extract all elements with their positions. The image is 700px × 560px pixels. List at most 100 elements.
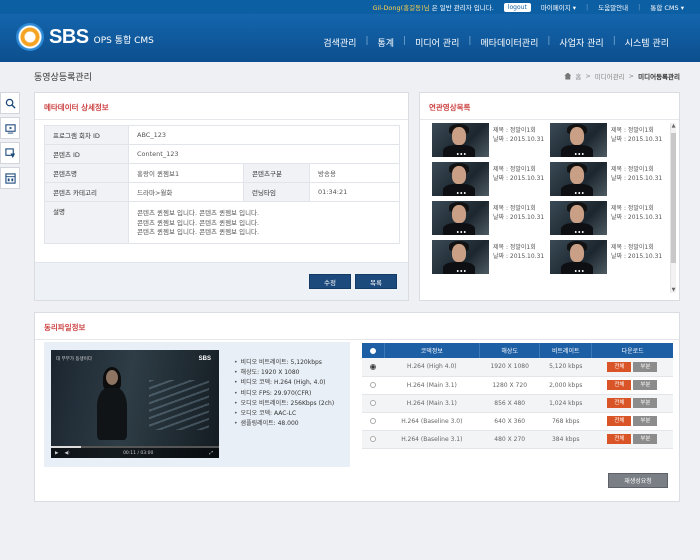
- spec-item: 오디오 코덱: AAC-LC: [234, 409, 334, 419]
- edit-button[interactable]: 수정: [309, 274, 351, 289]
- logo-subtitle: OPS 통합 CMS: [93, 35, 154, 46]
- related-video-info: 제목 : 정말이1회 날짜 : 2015.10.31: [611, 240, 662, 274]
- quick-search-button[interactable]: [0, 92, 20, 114]
- thumbnail-dots: [574, 192, 584, 194]
- quick-download-button[interactable]: [0, 142, 20, 164]
- spec-item: 오디오 비트레이트: 256Kbps (2ch): [234, 399, 335, 409]
- greeting-text: 은 일반 관리자 입니다.: [431, 4, 494, 12]
- codec-cell: H.264 (Baseline 3.1): [384, 430, 480, 449]
- content-title-value: 홍랑이 퀸젬보1: [127, 163, 245, 183]
- video-player[interactable]: 대 부부가 동생이다 SBS ▶ ◀) 00:11 / 03:00 ⤢: [51, 350, 219, 458]
- thumbnail-dots: [456, 192, 466, 194]
- related-video-date: 날짜 : 2015.10.31: [611, 214, 663, 221]
- resolution-cell: 856 X 480: [479, 394, 540, 413]
- fullscreen-icon[interactable]: ⤢: [209, 450, 213, 456]
- scroll-thumb[interactable]: [671, 133, 676, 263]
- play-icon[interactable]: ▶: [55, 451, 58, 456]
- related-video-item[interactable]: 제목 : 정말이1회날짜 : 2015.10.31: [550, 201, 668, 235]
- video-thumbnail[interactable]: [550, 201, 607, 235]
- table-row: H.264 (Baseline 3.0) 640 X 360 768 kbps 전체 부…: [362, 412, 673, 431]
- download-part-button[interactable]: 부분: [633, 416, 658, 426]
- row-select-radio[interactable]: [362, 430, 384, 449]
- quick-calculator-button[interactable]: [0, 167, 20, 189]
- nav-statistics[interactable]: 통계: [368, 36, 403, 49]
- scroll-down-icon[interactable]: ▼: [671, 287, 676, 293]
- scroll-up-icon[interactable]: ▲: [671, 123, 676, 129]
- related-video-item[interactable]: 제목 : 정말이1회 날짜 : 2015.10.31: [550, 123, 668, 157]
- thumbnail-figure: [443, 184, 475, 196]
- download-part-button[interactable]: 부분: [633, 380, 658, 390]
- video-thumbnail[interactable]: [432, 123, 489, 157]
- related-scrollbar[interactable]: ▲ ▼: [670, 123, 676, 293]
- video-thumbnail[interactable]: [432, 240, 489, 274]
- related-panel-title: 연관영상목록: [420, 93, 679, 120]
- nav-metadata-management[interactable]: 메타데이터관리: [471, 36, 547, 49]
- video-thumbnail[interactable]: [432, 162, 489, 196]
- related-video-item[interactable]: 제목 : 정말이1회날짜 : 2015.10.31: [550, 162, 668, 196]
- video-thumbnail[interactable]: [432, 201, 489, 235]
- row-select-radio[interactable]: [362, 376, 384, 395]
- nav-search-management[interactable]: 검색관리: [314, 36, 365, 49]
- content-id-value: Content_123: [128, 144, 400, 164]
- thumbnail-figure: [570, 205, 584, 223]
- metadata-button-bar: 수정 목록: [35, 262, 408, 300]
- logo[interactable]: SBS OPS 통합 CMS: [16, 23, 154, 51]
- download-all-button[interactable]: 전체: [607, 434, 632, 444]
- volume-icon[interactable]: ◀): [64, 451, 69, 456]
- nav-system-management[interactable]: 시스템 관리: [616, 36, 678, 49]
- select-all-radio[interactable]: [362, 343, 385, 358]
- video-background: [149, 380, 209, 430]
- thumbnail-figure: [452, 127, 466, 145]
- mypage-link[interactable]: 마이페이지 ▾: [541, 2, 576, 12]
- download-all-button[interactable]: 전체: [607, 416, 632, 426]
- integrated-cms-link[interactable]: 통합 CMS ▾: [650, 2, 684, 12]
- reencode-request-button[interactable]: 재생성요청: [608, 473, 668, 488]
- row-select-radio[interactable]: [362, 412, 384, 431]
- download-all-button[interactable]: 전체: [607, 361, 632, 372]
- video-figure: [97, 388, 127, 440]
- download-cell: 전체 부분: [591, 394, 673, 413]
- related-video-title: 제목 : 정말이1회: [611, 166, 654, 173]
- download-part-button[interactable]: 부분: [633, 434, 658, 444]
- home-icon[interactable]: [564, 72, 572, 80]
- table-row: H.264 (Main 3.1) 856 X 480 1,024 kbps 전체 부분: [362, 394, 673, 413]
- calculator-icon: [4, 172, 16, 184]
- content-id-label: 콘텐츠 ID: [44, 144, 129, 164]
- related-video-title: 제목 : 정말이1회: [611, 205, 654, 212]
- related-video-item[interactable]: 제목 : 정말이1회 날짜 : 2015.10.31: [550, 240, 668, 274]
- customer-center-link[interactable]: 도움말안내: [598, 2, 628, 12]
- spec-item: 샘플링레이트: 48.000: [234, 419, 334, 429]
- quick-monitor-button[interactable]: [0, 117, 20, 139]
- thumbnail-dots: [456, 153, 466, 155]
- list-button[interactable]: 목록: [355, 274, 397, 289]
- related-video-item[interactable]: 제목 : 정말이1회 날짜 : 2015.10.31: [432, 123, 550, 157]
- spec-item: 비디오 비트레이트: 5,120kbps: [234, 358, 334, 368]
- nav-provider-management[interactable]: 사업자 관리: [550, 36, 612, 49]
- related-video-date: 날짜 : 2015.10.31: [493, 214, 545, 221]
- spec-item: 해상도: 1920 X 1080: [234, 368, 334, 378]
- download-part-button[interactable]: 부분: [633, 398, 658, 408]
- search-zoom-icon: [5, 98, 16, 109]
- related-video-date: 날짜 : 2015.10.31: [611, 175, 663, 182]
- row-select-radio[interactable]: [362, 358, 384, 377]
- related-video-item[interactable]: 제목 : 정말이1회 날짜 : 2015.10.31: [432, 201, 550, 235]
- video-thumbnail[interactable]: [550, 240, 607, 274]
- download-part-button[interactable]: 부분: [633, 361, 658, 372]
- download-cell: 전체 부분: [591, 358, 673, 377]
- video-thumbnail[interactable]: [550, 162, 607, 196]
- nav-media-management[interactable]: 미디어 관리: [406, 36, 468, 49]
- logout-button[interactable]: logout: [503, 2, 531, 12]
- video-spec-list: 비디오 비트레이트: 5,120kbps해상도: 1920 X 1080비디오 …: [234, 358, 335, 429]
- separator: |: [638, 3, 641, 11]
- breadcrumb-media[interactable]: 미디어관리: [595, 71, 625, 81]
- row-select-radio[interactable]: [362, 394, 384, 413]
- download-all-button[interactable]: 전체: [607, 380, 632, 390]
- related-video-date: 날짜 : 2015.10.31: [611, 136, 663, 143]
- video-thumbnail[interactable]: [550, 123, 607, 157]
- breadcrumb-home[interactable]: 홈: [575, 71, 581, 81]
- related-video-item[interactable]: 제목 : 정말이1회 날짜 : 2015.10.31: [432, 240, 550, 274]
- video-caption: 대 부부가 동생이다: [56, 357, 92, 362]
- related-video-info: 제목 : 정말이1회 날짜 : 2015.10.31: [493, 123, 544, 157]
- related-video-item[interactable]: 제목 : 정말이1회 날짜 : 2015.10.31: [432, 162, 550, 196]
- download-all-button[interactable]: 전체: [607, 398, 632, 408]
